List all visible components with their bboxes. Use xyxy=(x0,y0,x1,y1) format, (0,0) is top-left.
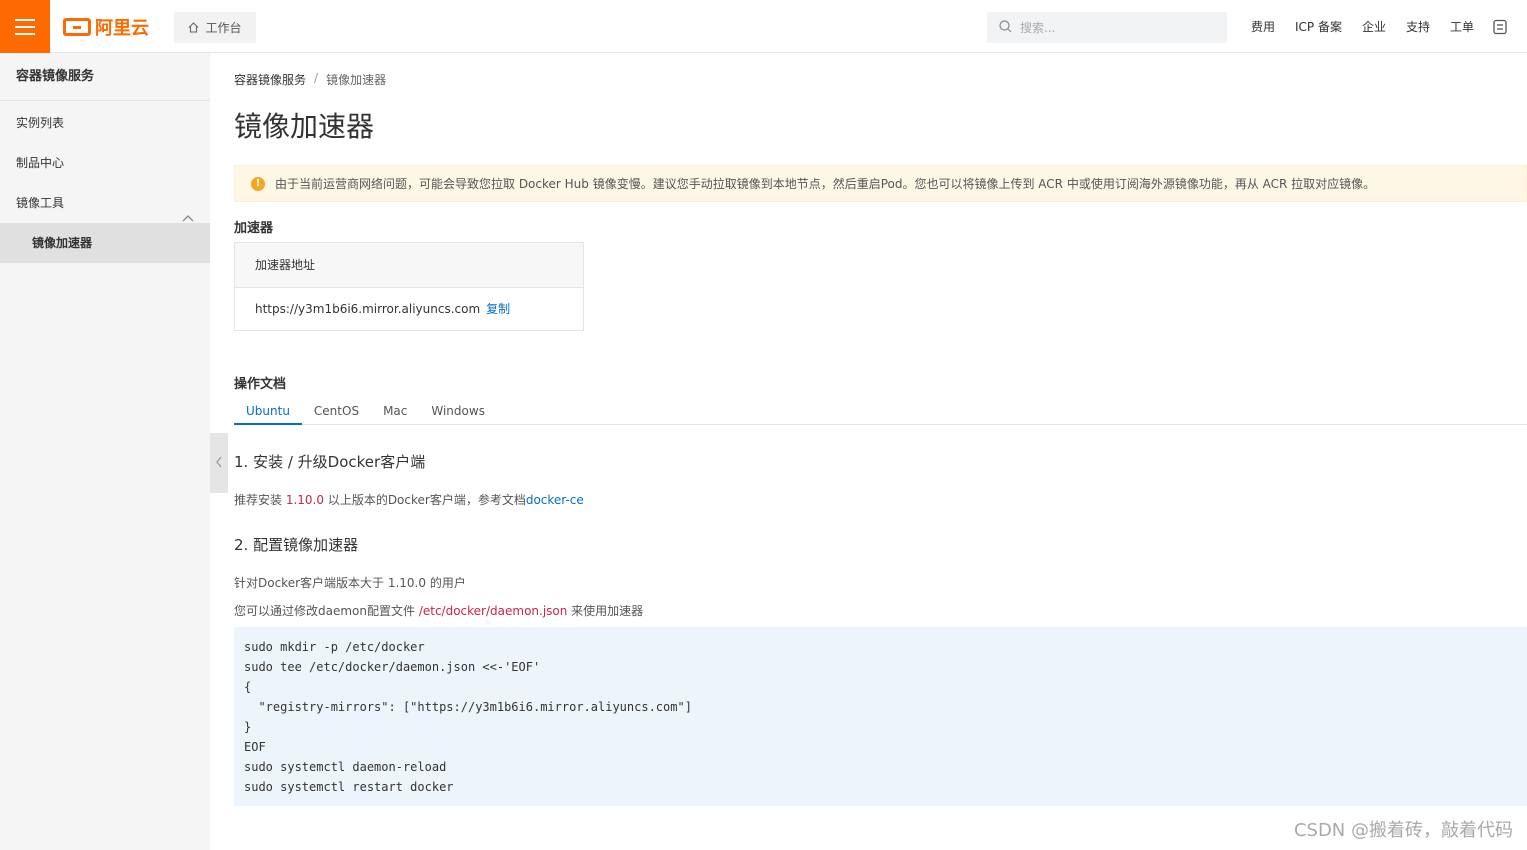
daemon-json-path: /etc/docker/daemon.json xyxy=(418,604,568,618)
code-line: "registry-mirrors": ["https://y3m1b6i6.m… xyxy=(244,700,692,714)
copy-button[interactable]: 复制 xyxy=(486,302,510,316)
account-icon[interactable] xyxy=(1492,19,1508,35)
home-icon xyxy=(188,22,199,33)
sidebar-item-label: 镜像工具 xyxy=(16,196,65,210)
nav-billing[interactable]: 费用 xyxy=(1251,18,1275,35)
sidebar-collapse-handle[interactable] xyxy=(210,433,228,493)
step1-version: 1.10.0 xyxy=(285,493,324,507)
code-line: EOF xyxy=(244,740,266,754)
sidebar-item-label: 镜像加速器 xyxy=(32,236,93,250)
accelerator-table: 加速器地址 https://y3m1b6i6.mirror.aliyuncs.c… xyxy=(234,242,584,331)
code-block[interactable]: sudo mkdir -p /etc/docker sudo tee /etc/… xyxy=(234,627,1527,806)
sidebar-item-label: 制品中心 xyxy=(16,156,65,170)
breadcrumb-current: 镜像加速器 xyxy=(326,73,387,87)
step2-title: 2. 配置镜像加速器 xyxy=(234,536,359,554)
top-bar: 阿里云 工作台 费用 ICP 备案 企业 支持 工单 xyxy=(0,0,1527,53)
sidebar-item-label: 实例列表 xyxy=(16,116,65,130)
search-input[interactable] xyxy=(1020,20,1200,35)
tab-centos[interactable]: CentOS xyxy=(302,400,371,425)
page-title: 镜像加速器 xyxy=(234,110,375,143)
code-line: sudo mkdir -p /etc/docker xyxy=(244,640,425,654)
workbench-label: 工作台 xyxy=(205,21,242,35)
tab-mac[interactable]: Mac xyxy=(371,400,419,425)
accelerator-section-title: 加速器 xyxy=(234,221,274,236)
code-line: } xyxy=(244,720,252,734)
step2-line2-pre: 您可以通过修改daemon配置文件 xyxy=(234,604,419,618)
warning-icon: ! xyxy=(251,176,265,191)
sidebar-item-instances[interactable]: 实例列表 xyxy=(0,103,210,143)
docker-ce-link[interactable]: docker-ce xyxy=(526,493,584,507)
watermark: CSDN @搬着砖，敲着代码 xyxy=(1293,820,1513,841)
code-line: sudo systemctl restart docker xyxy=(244,780,454,794)
breadcrumb-separator: / xyxy=(314,71,319,85)
nav-enterprise[interactable]: 企业 xyxy=(1362,18,1386,35)
search-box[interactable] xyxy=(987,12,1227,43)
breadcrumb-parent[interactable]: 容器镜像服务 xyxy=(234,71,306,88)
tab-windows[interactable]: Windows xyxy=(419,400,497,425)
step2-line2: 您可以通过修改daemon配置文件 /etc/docker/daemon.jso… xyxy=(234,602,643,619)
accelerator-url: https://y3m1b6i6.mirror.aliyuncs.com xyxy=(255,302,481,316)
menu-icon[interactable] xyxy=(0,0,50,53)
step1-text-mid: 以上版本的Docker客户端，参考文档 xyxy=(324,493,526,507)
nav-icp[interactable]: ICP 备案 xyxy=(1295,18,1342,35)
chevron-left-icon xyxy=(215,456,223,471)
step2-line1: 针对Docker客户端版本大于 1.10.0 的用户 xyxy=(234,576,466,590)
code-line: sudo tee /etc/docker/daemon.json <<-'EOF… xyxy=(244,660,541,674)
workbench-button[interactable]: 工作台 xyxy=(174,12,256,43)
logo[interactable]: 阿里云 xyxy=(63,16,149,39)
nav-ticket[interactable]: 工单 xyxy=(1450,18,1474,35)
sidebar-item-artifacts[interactable]: 制品中心 xyxy=(0,143,210,183)
aliyun-logo-icon xyxy=(63,18,91,36)
sidebar-title: 容器镜像服务 xyxy=(0,53,210,101)
alert-text: 由于当前运营商网络问题，可能会导致您拉取 Docker Hub 镜像变慢。建议您… xyxy=(275,177,1376,191)
code-line: sudo systemctl daemon-reload xyxy=(244,760,447,774)
search-icon xyxy=(999,19,1012,36)
nav-support[interactable]: 支持 xyxy=(1406,18,1430,35)
tab-ubuntu[interactable]: Ubuntu xyxy=(234,400,302,425)
step1-text: 推荐安装 1.10.0 以上版本的Docker客户端，参考文档docker-ce xyxy=(234,491,584,508)
os-tabs: Ubuntu CentOS Mac Windows xyxy=(234,400,1527,425)
sidebar-item-accelerator[interactable]: 镜像加速器 xyxy=(0,223,210,263)
code-line: { xyxy=(244,680,252,694)
step1-title: 1. 安装 / 升级Docker客户端 xyxy=(234,453,426,471)
docs-section-title: 操作文档 xyxy=(234,377,287,392)
accelerator-table-header: 加速器地址 xyxy=(235,243,583,288)
sidebar: 容器镜像服务 实例列表 制品中心 镜像工具 镜像加速器 xyxy=(0,53,210,850)
chevron-up-icon xyxy=(182,198,194,222)
step2-line2-post: 来使用加速器 xyxy=(567,604,644,618)
step1-text-pre: 推荐安装 xyxy=(234,493,286,507)
logo-text: 阿里云 xyxy=(95,18,149,39)
breadcrumb: 容器镜像服务 / 镜像加速器 xyxy=(234,71,386,88)
sidebar-item-image-tools[interactable]: 镜像工具 xyxy=(0,183,210,223)
accelerator-table-row: https://y3m1b6i6.mirror.aliyuncs.com 复制 xyxy=(235,288,583,330)
top-nav: 费用 ICP 备案 企业 支持 工单 xyxy=(1251,0,1474,53)
warning-alert: ! 由于当前运营商网络问题，可能会导致您拉取 Docker Hub 镜像变慢。建… xyxy=(234,165,1527,202)
